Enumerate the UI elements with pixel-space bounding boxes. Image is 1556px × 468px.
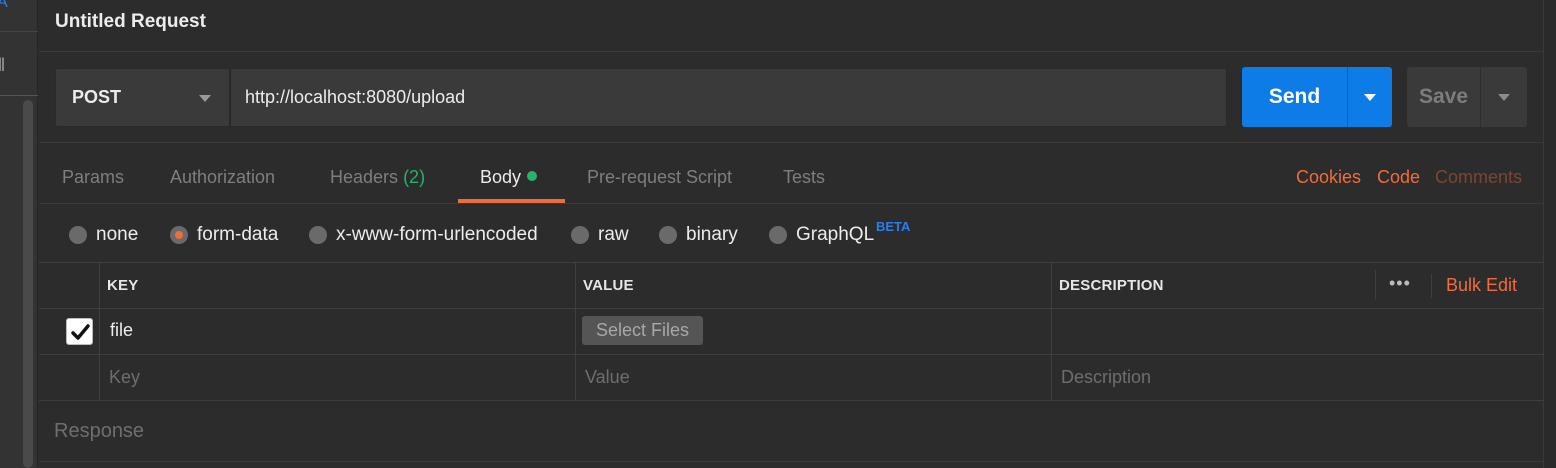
sidebar-scrollbar[interactable] — [23, 100, 33, 468]
table-border — [39, 262, 1543, 263]
tab-authorization[interactable]: Authorization — [170, 167, 275, 188]
tabs-divider — [39, 203, 1543, 204]
response-divider — [39, 461, 1543, 462]
radio-circle — [309, 226, 327, 244]
chevron-down-icon — [199, 95, 211, 102]
radio-urlencoded[interactable]: x-www-form-urlencoded — [309, 224, 538, 246]
column-divider — [1375, 270, 1376, 300]
chevron-down-icon — [1364, 94, 1376, 101]
tab-headers-count: (2) — [403, 167, 426, 187]
tab-prerequest-script[interactable]: Pre-request Script — [587, 167, 732, 188]
cookies-link[interactable]: Cookies — [1296, 167, 1361, 188]
radio-circle — [769, 226, 787, 244]
checkmark-icon — [71, 324, 90, 340]
radio-binary[interactable]: binary — [659, 224, 738, 246]
more-options-icon[interactable]: ••• — [1389, 273, 1411, 294]
radio-label: none — [96, 224, 139, 245]
sidebar-fragment-mid[interactable]: ll — [0, 55, 5, 76]
send-button[interactable]: Send — [1242, 67, 1347, 127]
tab-body[interactable]: Body — [480, 167, 538, 188]
tab-headers[interactable]: Headers (2) — [330, 167, 425, 188]
method-label: POST — [72, 87, 122, 107]
radio-circle — [69, 226, 87, 244]
radio-form-data[interactable]: form-data — [170, 224, 278, 246]
comments-link[interactable]: Comments — [1435, 167, 1522, 188]
request-panel: Untitled Request POST Send Save Params A… — [39, 0, 1543, 468]
beta-badge: BETA — [876, 219, 911, 234]
table-border — [39, 400, 1543, 401]
send-options-button[interactable] — [1347, 67, 1392, 127]
radio-label: form-data — [197, 224, 279, 245]
column-header-key: KEY — [107, 277, 139, 294]
tab-body-label: Body — [480, 167, 522, 187]
title-divider — [39, 51, 1543, 52]
radio-label: GraphQL — [796, 224, 875, 245]
bulk-edit-link[interactable]: Bulk Edit — [1446, 275, 1517, 296]
radio-raw[interactable]: raw — [571, 224, 629, 246]
column-divider — [1431, 274, 1432, 298]
column-divider — [575, 262, 576, 400]
radio-label: raw — [598, 224, 629, 245]
method-select[interactable]: POST — [55, 68, 230, 127]
sidebar-item[interactable] — [0, 38, 38, 96]
column-header-description: DESCRIPTION — [1059, 277, 1164, 294]
chevron-down-icon — [1498, 94, 1510, 101]
url-input[interactable] — [230, 68, 1227, 127]
row-enabled-checkbox[interactable] — [66, 318, 93, 345]
radio-label: x-www-form-urlencoded — [336, 224, 538, 245]
request-title[interactable]: Untitled Request — [55, 11, 206, 33]
select-files-button[interactable]: Select Files — [582, 316, 703, 345]
radio-label: binary — [686, 224, 738, 245]
radio-graphql[interactable]: GraphQL — [769, 224, 874, 246]
tab-tests[interactable]: Tests — [783, 167, 825, 188]
window-edge — [1543, 0, 1556, 468]
url-divider — [39, 142, 1543, 143]
tab-params[interactable]: Params — [62, 167, 124, 188]
radio-circle — [571, 226, 589, 244]
save-options-button[interactable] — [1480, 67, 1527, 127]
code-link[interactable]: Code — [1377, 167, 1420, 188]
column-divider — [1051, 262, 1052, 400]
new-key-input[interactable] — [109, 355, 569, 399]
radio-circle — [659, 226, 677, 244]
sidebar: A ll — [0, 0, 38, 468]
column-divider — [99, 262, 100, 400]
save-button[interactable]: Save — [1407, 67, 1480, 127]
sidebar-divider — [0, 31, 38, 32]
radio-circle-selected — [170, 226, 188, 244]
new-description-input[interactable] — [1061, 355, 1531, 399]
status-dot-icon — [527, 171, 538, 181]
column-header-value: VALUE — [583, 277, 634, 294]
sidebar-fragment-top[interactable]: A — [0, 0, 8, 12]
form-data-table: KEY VALUE DESCRIPTION ••• Bulk Edit file… — [39, 262, 1543, 401]
new-value-input[interactable] — [585, 355, 1045, 399]
radio-none[interactable]: none — [69, 224, 138, 246]
response-title: Response — [54, 420, 145, 442]
row-key-cell[interactable]: file — [110, 320, 133, 341]
table-border — [39, 308, 1543, 309]
tab-headers-label: Headers — [330, 167, 399, 187]
